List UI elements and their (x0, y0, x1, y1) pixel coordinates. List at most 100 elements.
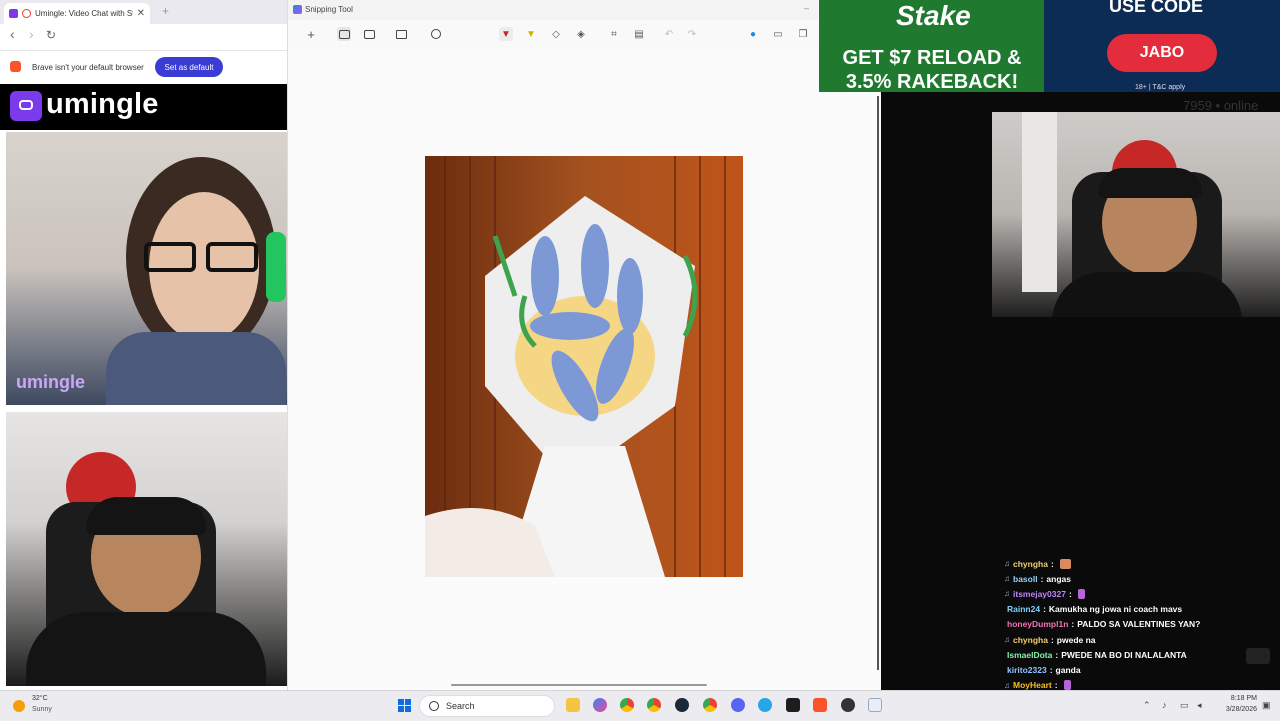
redo-icon[interactable]: ↷ (685, 27, 699, 41)
umingle-favicon-icon (9, 9, 18, 18)
copilot-icon[interactable] (593, 698, 607, 712)
delay-timer-icon[interactable] (429, 27, 443, 41)
taskbar-search[interactable]: Search (419, 695, 555, 717)
camera-icon[interactable] (337, 27, 351, 41)
new-snip-icon[interactable]: + (304, 27, 318, 42)
chat-emote-icon (1077, 588, 1085, 599)
chat-username[interactable]: basoll (1013, 574, 1038, 584)
snipping-titlebar: Snipping Tool – (288, 0, 818, 20)
chat-username[interactable]: MoyHeart (1013, 680, 1052, 690)
chat-username[interactable]: Rainn24 (1007, 604, 1040, 614)
chat-message: kirito2323: ganda (1004, 662, 1280, 677)
chat-username[interactable]: chyngha (1013, 559, 1048, 569)
weather-sun-icon[interactable] (13, 700, 25, 712)
close-tab-icon[interactable]: ✕ (137, 8, 150, 19)
tab-title: Umingle: Video Chat with Str (35, 9, 133, 18)
chrome-alt-icon[interactable] (703, 698, 717, 712)
chat-username[interactable]: IsmaelDota (1007, 650, 1052, 660)
chat-text: Kamukha ng jowa ni coach mavs (1048, 604, 1183, 615)
chat-separator: : (1049, 664, 1053, 675)
chat-text: angas (1046, 573, 1071, 584)
microphone-icon[interactable]: ♪ (1162, 700, 1171, 710)
search-icon (429, 701, 439, 711)
chat-text: PWEDE NA BO DI NALALANTA (1061, 649, 1187, 660)
umingle-logo-text[interactable]: umingle (46, 88, 159, 121)
set-as-default-button[interactable]: Set as default (155, 57, 223, 77)
chat-text: ganda (1055, 664, 1081, 675)
weather-desc[interactable]: Sunny (32, 706, 52, 713)
app-icon[interactable] (841, 698, 855, 712)
obs-icon[interactable] (786, 698, 800, 712)
back-button[interactable]: ‹ (10, 26, 15, 42)
copy-icon[interactable]: ❐ (796, 27, 810, 41)
snip-image-bouquet (425, 156, 743, 577)
chat-separator: : (1050, 558, 1054, 569)
weather-temp[interactable]: 32°C (32, 695, 48, 702)
snip-mode-icon[interactable] (394, 27, 408, 41)
chat-badge-icon: ♫ (1004, 559, 1010, 569)
tray-chevron-icon[interactable]: ⌃ (1143, 700, 1152, 710)
brave-lion-icon (10, 61, 21, 72)
horizontal-scrollbar[interactable] (451, 684, 707, 686)
shapes-icon[interactable]: ◈ (574, 27, 588, 41)
umingle-watermark: umingle (16, 372, 86, 392)
ad-terms: 18+ | T&C apply (1135, 84, 1186, 91)
vertical-scrollbar[interactable] (877, 96, 879, 670)
chat-send-icon[interactable] (1246, 648, 1270, 664)
clock-date[interactable]: 3/28/2026 (1213, 706, 1257, 713)
chat-separator: : (1055, 649, 1059, 660)
stake-ad-banner[interactable]: Stake GET $7 RELOAD & 3.5% RAKEBACK! USE… (819, 0, 1280, 92)
chat-message: IsmaelDota: PWEDE NA BO DI NALALANTA (1004, 647, 1280, 662)
chat-username[interactable]: honeyDumpl1n (1007, 619, 1068, 629)
video-record-icon[interactable] (362, 27, 376, 41)
telegram-icon[interactable] (758, 698, 772, 712)
taskbar: 32°C Sunny Search ⌃ ♪ ▭ ◂ 8:18 PM 3/28/2… (0, 690, 1280, 721)
snipping-tool-window: Snipping Tool – + ▼ ▼ ◇ ◈ ⌗ ▤ ↶ ↷ ● ▭ ❐ (287, 0, 881, 690)
snipping-tool-taskbar-icon[interactable] (868, 698, 882, 712)
snipping-tool-icon (293, 5, 302, 14)
chrome-icon[interactable] (620, 698, 634, 712)
steam-icon[interactable] (675, 698, 689, 712)
crop-icon[interactable]: ⌗ (607, 27, 621, 41)
edit-in-paint-icon[interactable]: ● (746, 27, 760, 41)
save-icon[interactable]: ▭ (771, 27, 785, 41)
forward-button[interactable]: › (29, 26, 34, 42)
new-tab-button[interactable]: + (162, 4, 169, 18)
ad-use-code: USE CODE (1109, 0, 1204, 16)
pen-tool-icon[interactable]: ▼ (499, 27, 513, 41)
undo-icon[interactable]: ↶ (662, 27, 676, 41)
brave-icon[interactable] (813, 698, 827, 712)
chrome-profile-icon[interactable] (647, 698, 661, 712)
ad-promo-code-button[interactable]: JABO (1107, 34, 1217, 72)
text-actions-icon[interactable]: ▤ (632, 27, 646, 41)
chat-emote-icon (1059, 558, 1071, 569)
self-video (6, 412, 287, 686)
reload-button[interactable]: ↻ (46, 28, 56, 42)
chat-username[interactable]: kirito2323 (1007, 665, 1047, 675)
start-button-icon[interactable] (398, 699, 411, 712)
chat-separator: : (1071, 619, 1075, 630)
eraser-icon[interactable]: ◇ (549, 27, 563, 41)
highlighter-icon[interactable]: ▼ (524, 27, 538, 41)
chat-separator: : (1068, 588, 1072, 599)
minimize-icon[interactable]: – (804, 3, 809, 13)
chat-username[interactable]: itsmejay0327 (1013, 589, 1066, 599)
file-explorer-icon[interactable] (566, 698, 580, 712)
chat-username[interactable]: chyngha (1013, 635, 1048, 645)
chat-badge-icon: ♫ (1004, 589, 1010, 599)
online-count: 7959 • online (1183, 98, 1259, 113)
umingle-logo-icon[interactable] (10, 91, 42, 121)
search-label: Search (446, 701, 475, 711)
infobar-text: Brave isn't your default browser (32, 63, 144, 72)
discord-icon[interactable] (731, 698, 745, 712)
ad-brand-logo: Stake (896, 0, 971, 31)
browser-tab[interactable]: Umingle: Video Chat with Str ✕ (4, 3, 150, 24)
chat-emote-icon (1063, 680, 1071, 691)
chat-text: pwede na (1056, 634, 1096, 645)
chat-feed: ♫ chyngha: ♫ basoll: angas ♫ itsmejay0327: Rain… (1004, 556, 1280, 693)
notification-icon[interactable]: ▣ (1262, 700, 1271, 710)
volume-icon[interactable]: ◂ (1197, 700, 1206, 710)
default-browser-infobar: Brave isn't your default browser Set as … (0, 54, 287, 80)
clock-time[interactable]: 8:18 PM (1217, 695, 1257, 702)
network-icon[interactable]: ▭ (1180, 700, 1189, 710)
